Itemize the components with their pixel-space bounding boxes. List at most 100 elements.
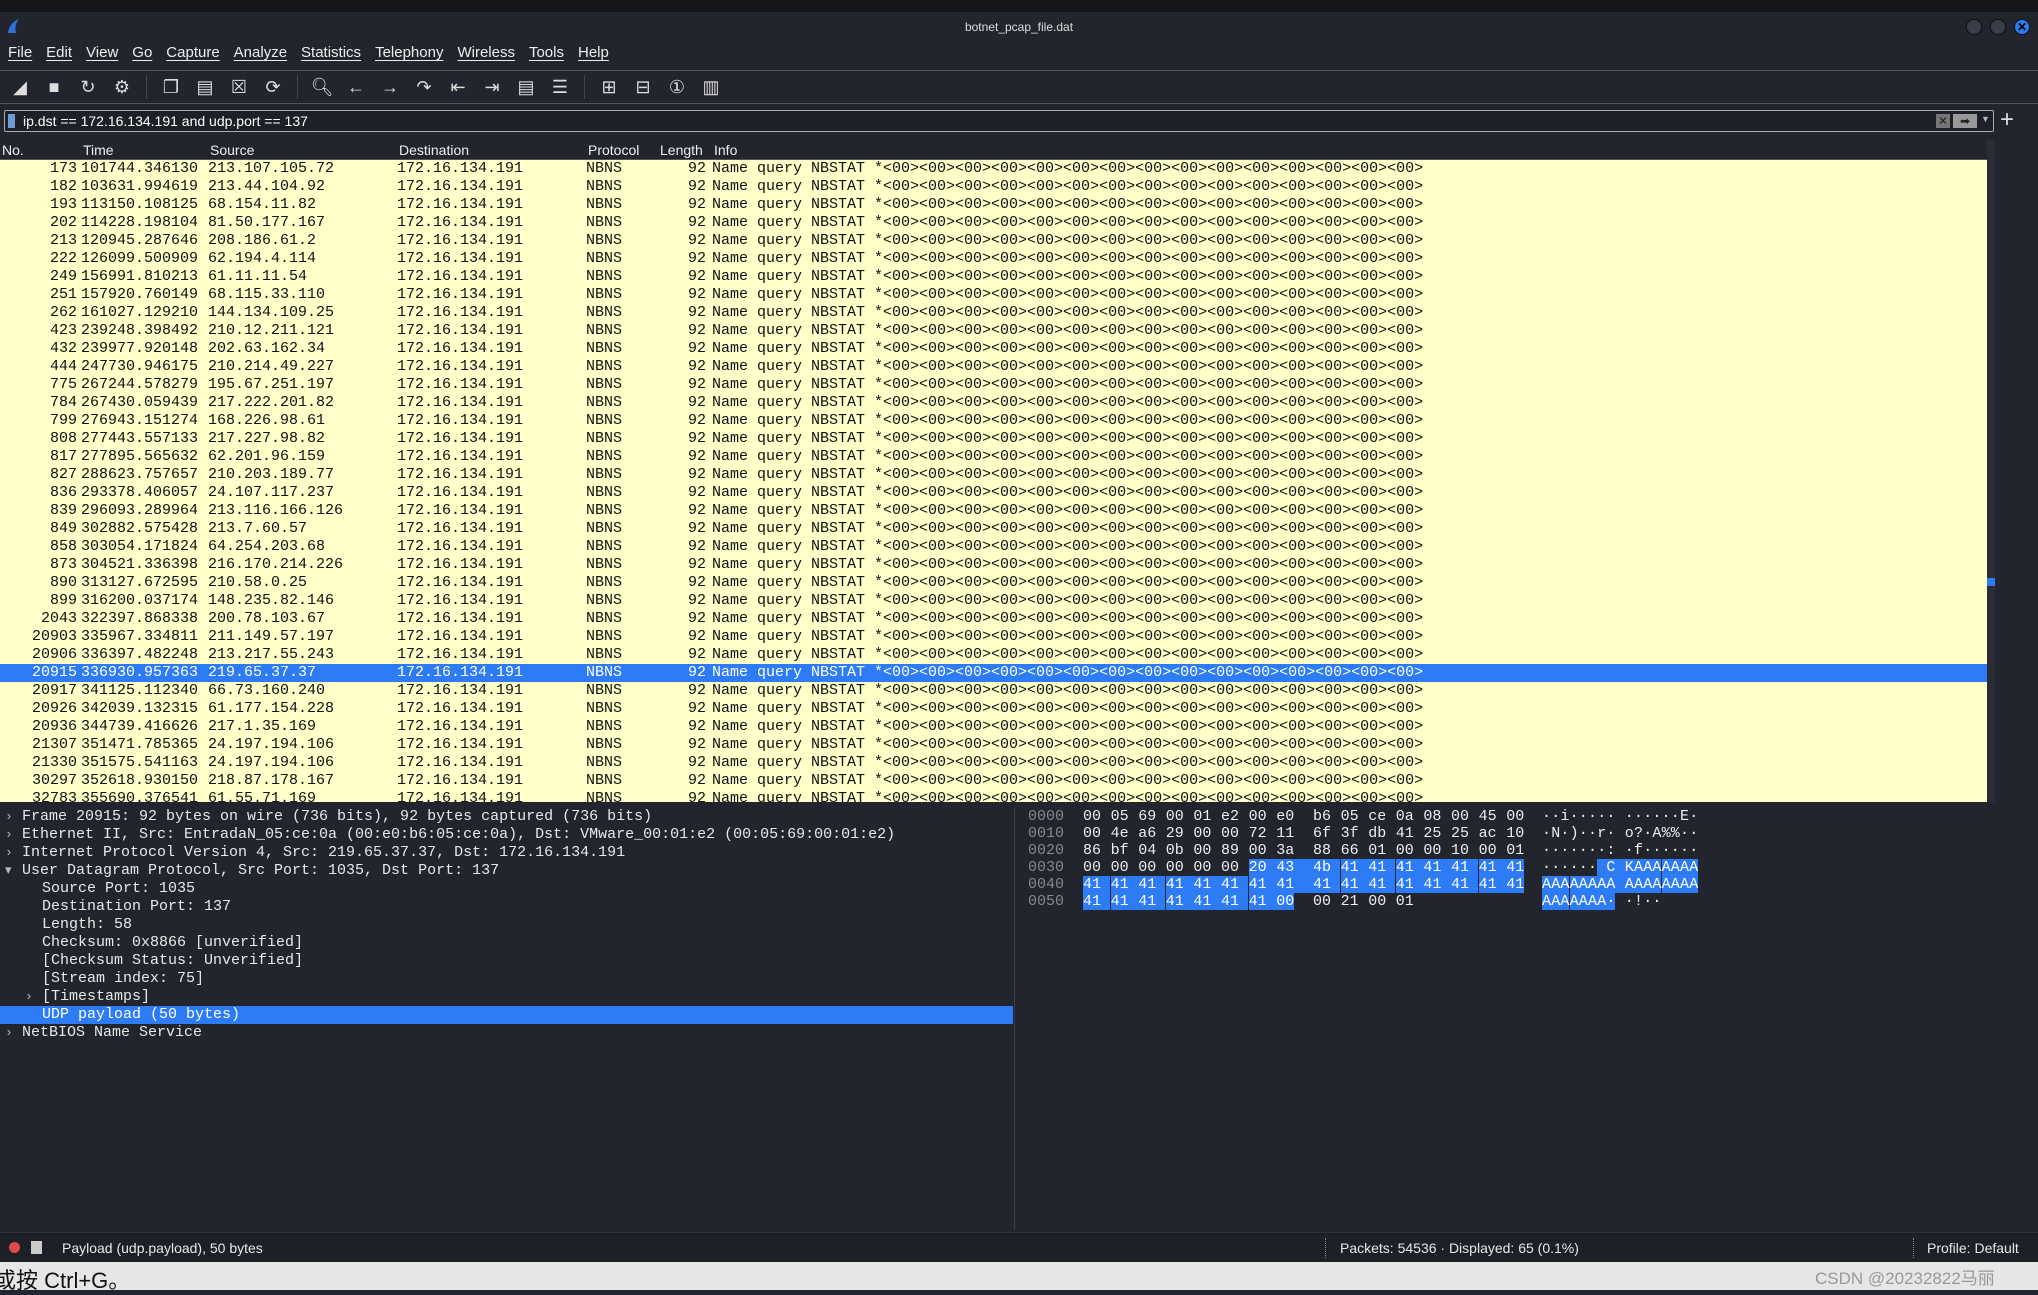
arrow-right-icon[interactable]: → (376, 73, 404, 101)
hex-byte[interactable]: 00 (1221, 825, 1239, 842)
packet-row[interactable]: 808 277443.557133 217.227.98.82 172.16.134.… (0, 430, 1987, 448)
capture-comment-icon[interactable] (31, 1241, 42, 1254)
ascii-char[interactable]: A (1606, 876, 1625, 893)
detail-row[interactable]: Checksum: 0x8866 [unverified] (0, 934, 1013, 952)
column-header-protocol[interactable]: Protocol (588, 142, 639, 158)
hex-byte[interactable]: 00 (1276, 893, 1295, 910)
chevron-right-icon[interactable]: › (5, 844, 13, 862)
menu-file[interactable]: File (8, 44, 32, 66)
ascii-char[interactable]: · (1560, 859, 1569, 876)
detail-row[interactable]: › Ethernet II, Src: EntradaN_05:ce:0a (00… (0, 826, 1013, 844)
ascii-char[interactable]: · (1579, 808, 1588, 825)
ascii-char[interactable]: · (1570, 859, 1579, 876)
ascii-char[interactable]: · (1662, 808, 1671, 825)
close-file-icon[interactable]: ☒ (225, 73, 253, 101)
hex-byte[interactable]: 41 (1165, 876, 1193, 893)
hex-byte[interactable]: 41 (1478, 876, 1506, 893)
chevron-right-icon[interactable]: › (5, 1024, 13, 1042)
hex-byte[interactable]: 0b (1166, 842, 1184, 859)
last-packet-icon[interactable]: ⇥ (478, 73, 506, 101)
ascii-char[interactable]: % (1671, 825, 1680, 842)
hex-byte[interactable]: 00 (1451, 808, 1469, 825)
ascii-char[interactable]: · (1689, 808, 1698, 825)
minimize-button[interactable] (1966, 19, 1982, 35)
column-header-info[interactable]: Info (714, 142, 737, 158)
menu-telephony[interactable]: Telephony (375, 44, 443, 66)
ascii-char[interactable]: A (1634, 876, 1644, 893)
hex-byte[interactable]: 41 (1165, 893, 1193, 910)
packet-row[interactable]: 173 101744.346130 213.107.105.72 172.16.134… (0, 160, 1987, 178)
hex-byte[interactable]: 00 (1166, 808, 1184, 825)
hex-byte[interactable]: 41 (1423, 876, 1451, 893)
ascii-char[interactable]: A (1652, 825, 1661, 842)
hex-byte[interactable]: 01 (1506, 842, 1524, 859)
ascii-char[interactable]: A (1652, 859, 1662, 876)
ascii-char[interactable]: · (1597, 808, 1606, 825)
hex-byte[interactable]: 41 (1478, 859, 1506, 876)
packet-row[interactable]: 784 267430.059439 217.222.201.82 172.16.134… (0, 394, 1987, 412)
ascii-char[interactable]: A (1560, 876, 1570, 893)
ascii-char[interactable]: · (1560, 842, 1569, 859)
hex-byte[interactable]: 00 (1166, 859, 1184, 876)
packet-row[interactable]: 899 316200.037174 148.235.82.146 172.16.134… (0, 592, 1987, 610)
hex-byte[interactable]: 00 (1423, 842, 1441, 859)
hex-byte[interactable]: ac (1479, 825, 1497, 842)
ascii-char[interactable]: · (1588, 859, 1597, 876)
hex-byte[interactable]: 43 (1276, 859, 1313, 876)
hex-byte[interactable]: 41 (1340, 859, 1368, 876)
hex-byte[interactable]: 08 (1423, 808, 1441, 825)
hex-byte[interactable]: 00 (1083, 808, 1101, 825)
ascii-char[interactable]: A (1661, 876, 1671, 893)
packet-row[interactable]: 858 303054.171824 64.254.203.68 172.16.134.… (0, 538, 1987, 556)
ascii-char[interactable]: A (1551, 876, 1561, 893)
ascii-char[interactable]: · (1643, 893, 1652, 910)
ascii-char[interactable]: · (1570, 808, 1579, 825)
detail-row[interactable]: [Checksum Status: Unverified] (0, 952, 1013, 970)
hex-byte[interactable]: 10 (1506, 825, 1524, 842)
hex-byte[interactable]: 41 (1396, 825, 1414, 842)
search-icon[interactable]: 🔍︎ (308, 73, 336, 101)
hex-byte[interactable]: 29 (1166, 825, 1184, 842)
hex-byte[interactable]: 41 (1451, 859, 1479, 876)
chevron-right-icon[interactable]: › (5, 808, 13, 826)
hex-byte[interactable]: a6 (1138, 825, 1156, 842)
ascii-char[interactable]: · (1560, 825, 1569, 842)
ascii-char[interactable]: C (1606, 859, 1625, 876)
packet-row[interactable]: 890 313127.672595 210.58.0.25 172.16.134.19… (0, 574, 1987, 592)
detail-row[interactable]: UDP payload (50 bytes) (0, 1006, 1013, 1024)
hex-byte[interactable]: 41 (1110, 893, 1138, 910)
ascii-char[interactable]: A (1680, 876, 1690, 893)
packet-row[interactable]: 193 113150.108125 68.154.11.82 172.16.134.1… (0, 196, 1987, 214)
packet-row[interactable]: 839 296093.289964 213.116.166.126 172.16.13… (0, 502, 1987, 520)
open-file-icon[interactable]: ❐ (157, 73, 185, 101)
gear-options-icon[interactable]: ⚙ (108, 73, 136, 101)
menu-edit[interactable]: Edit (46, 44, 72, 66)
ascii-char[interactable]: A (1624, 876, 1634, 893)
menu-help[interactable]: Help (578, 44, 609, 66)
ascii-char[interactable]: · (1588, 825, 1597, 842)
hex-byte[interactable]: 41 (1313, 876, 1341, 893)
colorize-icon[interactable]: ☰ (546, 73, 574, 101)
packet-row[interactable]: 836 293378.406057 24.107.117.237 172.16.134… (0, 484, 1987, 502)
packet-row[interactable]: 20906 336397.482248 213.217.55.243 172.16.1… (0, 646, 1987, 664)
ascii-char[interactable]: A (1597, 893, 1607, 910)
ascii-char[interactable]: A (1643, 859, 1653, 876)
ascii-char[interactable]: r (1597, 825, 1606, 842)
hex-byte[interactable]: 00 (1111, 859, 1129, 876)
ascii-char[interactable]: A (1680, 859, 1690, 876)
packet-row[interactable]: 817 277895.565632 62.201.96.159 172.16.134.… (0, 448, 1987, 466)
ascii-char[interactable]: A (1578, 893, 1588, 910)
hex-byte[interactable]: 41 (1506, 876, 1525, 893)
profile-label[interactable]: Profile: Default (1927, 1240, 2019, 1256)
packet-row[interactable]: 262 161027.129210 144.134.109.25 172.16.134… (0, 304, 1987, 322)
ascii-char[interactable]: · (1570, 842, 1579, 859)
hex-byte[interactable]: 45 (1479, 808, 1497, 825)
hex-byte[interactable]: 00 (1506, 808, 1524, 825)
ascii-char[interactable]: A (1661, 859, 1671, 876)
ascii-char[interactable]: A (1689, 876, 1699, 893)
hex-byte[interactable]: 21 (1341, 893, 1359, 910)
hex-byte[interactable]: 00 (1083, 859, 1101, 876)
packet-row[interactable]: 20936 344739.416626 217.1.35.169 172.16.134… (0, 718, 1987, 736)
hex-byte[interactable]: 11 (1276, 825, 1294, 842)
ascii-char[interactable]: ! (1634, 893, 1643, 910)
